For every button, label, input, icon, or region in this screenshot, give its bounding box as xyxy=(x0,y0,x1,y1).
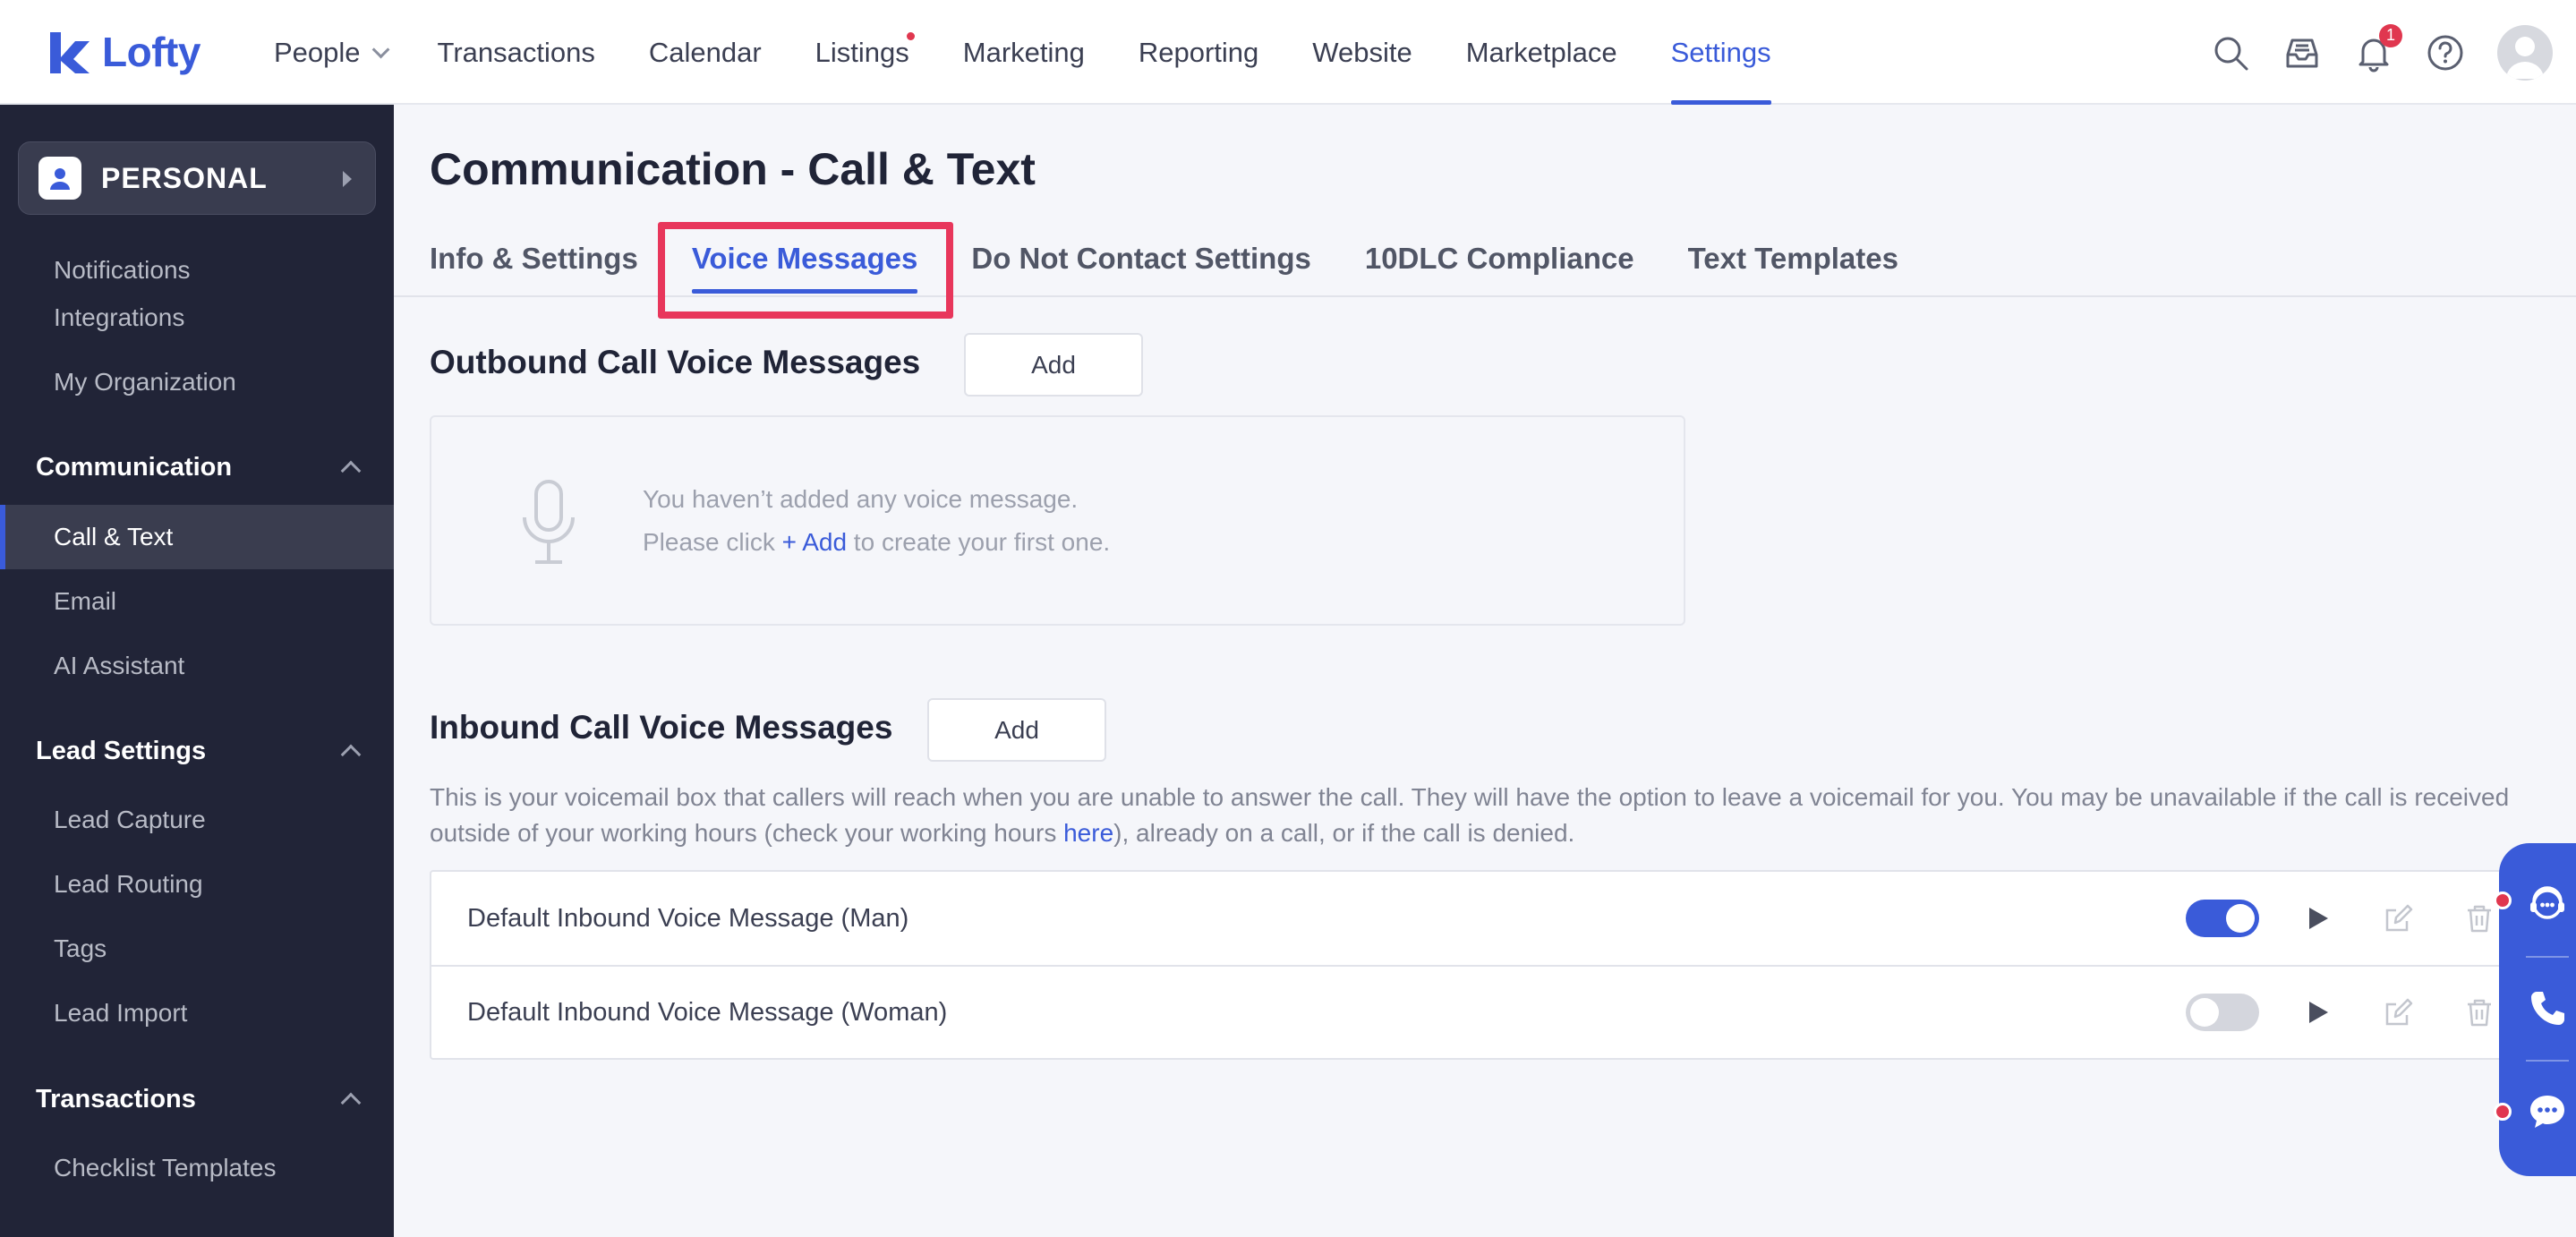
sidebar-item-my-organization[interactable]: My Organization xyxy=(0,350,394,414)
nav-item-label: People xyxy=(274,36,361,68)
floating-contact-widget xyxy=(2494,843,2576,1176)
nav-item-people[interactable]: People xyxy=(274,0,389,105)
sidebar-item-call-text[interactable]: Call & Text xyxy=(0,505,394,569)
inbound-add-button[interactable]: Add xyxy=(927,698,1106,762)
nav-item-transactions[interactable]: Transactions xyxy=(438,0,595,105)
microphone-icon xyxy=(523,480,575,564)
sidebar-item-lead-import[interactable]: Lead Import xyxy=(0,981,394,1045)
inbound-voice-message-list: Default Inbound Voice Message (Man) Defa… xyxy=(430,870,2524,1060)
nav-item-label: Transactions xyxy=(437,36,595,68)
tab-text-templates[interactable]: Text Templates xyxy=(1688,224,1898,295)
tabs-divider xyxy=(394,295,2576,297)
nav-item-label: Marketing xyxy=(962,36,1085,68)
user-silhouette-icon xyxy=(2506,36,2544,79)
settings-sidebar: PERSONAL Notifications Integrations My O… xyxy=(0,105,394,1237)
sidebar-item-ai-assistant[interactable]: AI Assistant xyxy=(0,634,394,698)
nav-item-calendar[interactable]: Calendar xyxy=(649,0,762,105)
person-icon xyxy=(38,157,81,200)
empty-state-add-link[interactable]: + Add xyxy=(782,528,847,556)
outbound-add-button[interactable]: Add xyxy=(964,333,1143,397)
chevron-up-icon xyxy=(340,744,362,765)
nav-item-settings[interactable]: Settings xyxy=(1670,0,1771,105)
trash-icon[interactable] xyxy=(2461,900,2497,936)
inbound-description: This is your voicemail box that callers … xyxy=(430,783,2510,847)
user-avatar[interactable] xyxy=(2497,24,2553,81)
nav-item-marketing[interactable]: Marketing xyxy=(963,0,1085,105)
voice-message-name: Default Inbound Voice Message (Woman) xyxy=(467,997,948,1027)
empty-state-hint: Please click + Add to create your first … xyxy=(643,528,1111,556)
widget-divider xyxy=(2526,1060,2569,1062)
working-hours-link[interactable]: here xyxy=(1063,819,1113,847)
list-item: Default Inbound Voice Message (Woman) xyxy=(431,965,2522,1058)
list-item: Default Inbound Voice Message (Man) xyxy=(431,872,2522,965)
nav-item-label: Reporting xyxy=(1138,36,1259,68)
search-icon[interactable] xyxy=(2209,31,2252,74)
trash-icon[interactable] xyxy=(2461,994,2497,1030)
workspace-label: PERSONAL xyxy=(101,161,268,194)
nav-item-listings[interactable]: Listings xyxy=(815,0,915,105)
widget-divider xyxy=(2526,956,2569,958)
nav-item-marketplace[interactable]: Marketplace xyxy=(1466,0,1617,105)
caret-right-icon xyxy=(343,171,352,187)
chevron-up-icon xyxy=(340,460,362,482)
nav-item-label: Marketplace xyxy=(1465,36,1617,68)
nav-item-label: Settings xyxy=(1670,36,1771,68)
brand-logo[interactable]: Lofty xyxy=(45,25,200,79)
bell-icon[interactable]: 1 xyxy=(2352,23,2402,74)
page-title: Communication - Call & Text xyxy=(430,144,1036,194)
new-indicator-dot xyxy=(906,32,915,40)
voice-message-toggle[interactable] xyxy=(2186,994,2259,1031)
sidebar-group-lead-settings[interactable]: Lead Settings xyxy=(0,719,394,783)
toggle-knob xyxy=(2226,904,2255,933)
sidebar-item-checklist-templates[interactable]: Checklist Templates xyxy=(0,1136,394,1200)
inbox-icon[interactable] xyxy=(2281,31,2324,74)
play-icon[interactable] xyxy=(2299,900,2335,936)
outbound-empty-state: You haven’t added any voice message. Ple… xyxy=(430,415,1685,626)
play-icon[interactable] xyxy=(2299,994,2335,1030)
top-navigation: Lofty People Transactions Calendar Listi… xyxy=(0,0,2576,105)
sidebar-group-communication[interactable]: Communication xyxy=(0,435,394,499)
notification-badge: 1 xyxy=(2379,23,2402,47)
nav-item-label: Calendar xyxy=(648,36,762,68)
notification-dot xyxy=(2494,891,2512,909)
phone-icon[interactable] xyxy=(2524,985,2571,1031)
help-icon[interactable] xyxy=(2424,31,2467,74)
sidebar-item-email[interactable]: Email xyxy=(0,569,394,634)
toggle-knob xyxy=(2190,998,2219,1027)
sidebar-item-lead-capture[interactable]: Lead Capture xyxy=(0,788,394,852)
brand-name: Lofty xyxy=(102,29,200,75)
inbound-section-title: Inbound Call Voice Messages xyxy=(430,709,893,746)
message-icon[interactable] xyxy=(2524,1088,2571,1135)
workspace-switcher[interactable]: PERSONAL xyxy=(18,141,376,215)
sidebar-item-integrations[interactable]: Integrations xyxy=(0,286,394,350)
lofty-logo-icon xyxy=(50,32,90,73)
settings-tabs: Info & Settings Voice Messages Do Not Co… xyxy=(430,224,1952,295)
chevron-up-icon xyxy=(340,1092,362,1113)
tab-info-settings[interactable]: Info & Settings xyxy=(430,224,638,295)
sidebar-group-transactions[interactable]: Transactions xyxy=(0,1067,394,1131)
tab-10dlc-compliance[interactable]: 10DLC Compliance xyxy=(1365,224,1634,295)
nav-item-website[interactable]: Website xyxy=(1312,0,1412,105)
empty-state-message: You haven’t added any voice message. xyxy=(643,485,1079,513)
support-chat-icon[interactable] xyxy=(2524,881,2571,927)
notification-dot xyxy=(2494,1103,2512,1121)
outbound-section-title: Outbound Call Voice Messages xyxy=(430,344,921,380)
edit-icon[interactable] xyxy=(2381,994,2417,1030)
nav-utility-icons: 1 xyxy=(2180,0,2576,105)
sidebar-item-lead-routing[interactable]: Lead Routing xyxy=(0,852,394,917)
edit-icon[interactable] xyxy=(2381,900,2417,936)
tab-do-not-contact-settings[interactable]: Do Not Contact Settings xyxy=(971,224,1310,295)
sidebar-item-tags[interactable]: Tags xyxy=(0,917,394,981)
tab-voice-messages[interactable]: Voice Messages xyxy=(691,224,917,295)
nav-item-label: Listings xyxy=(815,36,909,68)
chevron-down-icon xyxy=(371,40,389,58)
nav-item-label: Website xyxy=(1312,36,1412,68)
voice-message-toggle[interactable] xyxy=(2186,900,2259,937)
main-nav: People Transactions Calendar Listings Ma… xyxy=(274,0,1825,105)
voice-message-name: Default Inbound Voice Message (Man) xyxy=(467,903,909,933)
nav-item-reporting[interactable]: Reporting xyxy=(1139,0,1258,105)
